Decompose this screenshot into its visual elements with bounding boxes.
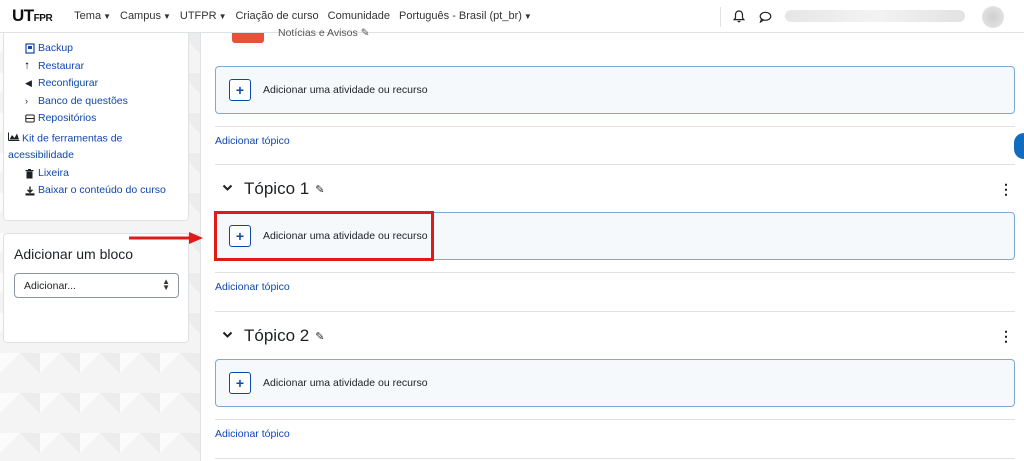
chart-icon <box>8 128 22 146</box>
section-divider <box>215 458 1015 459</box>
topic-title[interactable]: Tópico 2 <box>244 326 309 346</box>
add-topic-link[interactable]: Adicionar tópico <box>215 428 290 440</box>
topic-header-1: Tópico 1 ✎ <box>222 179 324 199</box>
right-drawer-toggle[interactable] <box>1014 133 1024 159</box>
nav-comunidade-label: Comunidade <box>327 10 391 22</box>
add-topic-link[interactable]: Adicionar tópico <box>215 135 290 147</box>
nav-language[interactable]: Português - Brasil (pt_br) ▼ <box>399 10 532 22</box>
admin-item-label: Banco de questões <box>38 94 128 107</box>
chevron-down-icon: ▼ <box>103 12 111 21</box>
add-block-title: Adicionar um bloco <box>14 246 134 262</box>
primary-nav: Tema ▼ Campus ▼ UTFPR ▼ Criação de curso Co… <box>74 10 532 22</box>
partial-activity-name[interactable]: Notícias e Avisos ✎ <box>278 27 370 39</box>
forum-activity-icon[interactable] <box>232 33 264 43</box>
nav-criacao-curso-label: Criação de curso <box>235 10 319 22</box>
chevron-down-icon: ▼ <box>218 12 227 21</box>
chat-icon[interactable] <box>757 9 773 25</box>
logo-main-text: UT <box>12 6 34 25</box>
course-drawer: Backup ⭡ Restaurar ◀ Reconfigurar › Banc… <box>0 33 201 461</box>
administration-block: Backup ⭡ Restaurar ◀ Reconfigurar › Banc… <box>3 33 189 221</box>
section-divider <box>215 164 1015 165</box>
trash-icon <box>25 165 38 183</box>
nav-language-label: Português - Brasil (pt_br) <box>399 10 522 22</box>
nav-utfpr[interactable]: UTFPR ▼ <box>180 10 227 22</box>
admin-item-banco-questoes[interactable]: › Banco de questões <box>25 93 185 111</box>
admin-item-label: Lixeira <box>38 166 69 179</box>
backup-icon <box>25 40 38 58</box>
add-activity-label: Adicionar uma atividade ou recurso <box>263 230 428 242</box>
download-icon <box>25 182 38 200</box>
partial-activity-label: Notícias e Avisos <box>278 27 358 39</box>
section-divider <box>215 272 1015 273</box>
nav-campus[interactable]: Campus ▼ <box>120 10 171 22</box>
reset-icon: ◀ <box>25 78 32 88</box>
nav-criacao-curso[interactable]: Criação de curso <box>235 10 318 22</box>
pencil-icon: ✎ <box>360 27 370 39</box>
topic-menu-icon[interactable]: ⋮ <box>999 329 1013 343</box>
topic-header-2: Tópico 2 ✎ <box>222 326 324 346</box>
avatar[interactable] <box>982 6 1004 28</box>
chevron-down-icon[interactable] <box>222 330 244 342</box>
section-divider <box>215 419 1015 420</box>
admin-item-label: Baixar o conteúdo do curso <box>38 184 166 197</box>
course-content: Notícias e Avisos ✎ + Adicionar uma ativ… <box>202 27 1024 461</box>
nav-tema-label: Tema <box>74 10 102 22</box>
pencil-icon[interactable]: ✎ <box>315 183 324 196</box>
add-block-select-value: Adicionar... <box>24 279 76 292</box>
annotation-arrow <box>129 232 203 244</box>
admin-item-label: Reconfigurar <box>38 77 99 89</box>
chevron-down-icon[interactable] <box>222 183 244 195</box>
add-activity-label: Adicionar uma atividade ou recurso <box>263 377 428 389</box>
admin-item-baixar-conteudo[interactable]: Baixar o conteúdo do curso <box>25 182 185 200</box>
add-activity-button-topic-1[interactable]: + Adicionar uma atividade ou recurso <box>215 212 1015 260</box>
nav-campus-label: Campus <box>120 10 161 22</box>
admin-item-label: Backup <box>38 42 74 54</box>
chevron-down-icon: ▼ <box>162 12 171 21</box>
nav-comunidade[interactable]: Comunidade <box>328 10 390 22</box>
admin-item-acessibilidade[interactable]: Kit de ferramentas de acessibilidade <box>8 128 185 165</box>
admin-item-label: Kit de ferramentas de acessibilidade <box>8 131 123 162</box>
add-block-card: Adicionar um bloco Adicionar... ▲ ▼ <box>3 233 189 343</box>
add-block-select[interactable]: Adicionar... ▲ ▼ <box>14 273 179 298</box>
restore-icon: ⭡ <box>25 60 30 71</box>
admin-item-label: Restaurar <box>38 59 85 72</box>
section-divider <box>215 126 1015 127</box>
add-topic-link[interactable]: Adicionar tópico <box>215 281 290 293</box>
chevron-down-icon: ▼ <box>523 12 532 21</box>
user-name-redacted <box>785 10 965 22</box>
navbar-right <box>720 0 773 33</box>
admin-item-repositorios[interactable]: Repositórios <box>25 110 185 128</box>
admin-list: Backup ⭡ Restaurar ◀ Reconfigurar › Banc… <box>8 40 185 200</box>
pencil-icon[interactable]: ✎ <box>315 330 324 343</box>
admin-item-backup[interactable]: Backup <box>25 40 185 58</box>
admin-item-restaurar[interactable]: ⭡ Restaurar <box>25 58 185 76</box>
topic-title[interactable]: Tópico 1 <box>244 179 309 199</box>
bell-icon[interactable] <box>731 9 747 25</box>
plus-icon: + <box>229 372 251 394</box>
plus-icon: + <box>229 225 251 247</box>
add-activity-button-topic-2[interactable]: + Adicionar uma atividade ou recurso <box>215 359 1015 407</box>
logo-small-text: FPR <box>33 13 53 24</box>
admin-item-reconfigurar[interactable]: ◀ Reconfigurar <box>25 75 185 93</box>
top-navbar: UT FPR Tema ▼ Campus ▼ UTFPR ▼ Criação de cu… <box>0 0 1024 33</box>
select-updown-icon: ▲ ▼ <box>162 277 170 292</box>
add-activity-button-section-0[interactable]: + Adicionar uma atividade ou recurso <box>215 66 1015 114</box>
repository-icon <box>25 110 38 128</box>
add-activity-label: Adicionar uma atividade ou recurso <box>263 84 428 96</box>
admin-item-label: Repositórios <box>38 112 97 124</box>
utfpr-logo[interactable]: UT FPR <box>12 6 53 26</box>
admin-item-lixeira[interactable]: Lixeira <box>25 165 185 183</box>
chevron-right-icon: › <box>25 95 28 106</box>
nav-tema[interactable]: Tema ▼ <box>74 10 111 22</box>
plus-icon: + <box>229 79 251 101</box>
topic-menu-icon[interactable]: ⋮ <box>999 182 1013 196</box>
nav-utfpr-label: UTFPR <box>179 10 217 22</box>
section-divider <box>215 311 1015 312</box>
navbar-divider <box>720 6 721 27</box>
